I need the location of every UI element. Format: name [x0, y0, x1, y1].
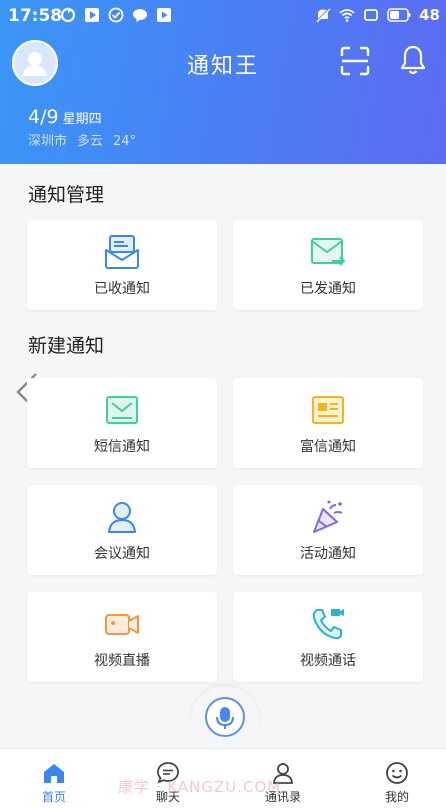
- weekday-text: 星期四: [62, 112, 102, 127]
- inbox-envelope-icon: [105, 235, 139, 269]
- check-circle-icon: [108, 7, 124, 23]
- tab-label: 首页: [41, 790, 66, 804]
- card-video-call[interactable]: 视频通话: [233, 592, 423, 682]
- play-box-icon: [85, 8, 99, 22]
- card-live-stream[interactable]: 视频直播: [27, 592, 217, 682]
- wifi-icon: [339, 9, 355, 22]
- status-system-icons: 48: [315, 6, 440, 24]
- tab-label: 通讯录: [264, 790, 301, 804]
- card-label: 已发通知: [300, 281, 356, 297]
- card-label: 富信通知: [300, 439, 356, 455]
- party-popper-icon: [313, 500, 343, 533]
- card-label: 短信通知: [94, 439, 150, 455]
- tab-label: 聊天: [155, 790, 180, 804]
- tab-contacts[interactable]: 通讯录: [243, 761, 323, 805]
- battery-icon: [387, 8, 411, 22]
- date-text: 4/9: [28, 106, 59, 128]
- scan-icon[interactable]: [340, 46, 370, 76]
- sync-icon: [60, 7, 76, 23]
- rich-media-icon: [312, 396, 344, 424]
- status-bar: 17:58 48: [0, 0, 446, 32]
- card-event-notification[interactable]: 活动通知: [233, 485, 423, 575]
- app-header: 17:58 48 通知王 4/9 星期四 深圳市 多云 24°: [0, 0, 446, 164]
- card-sent-notifications[interactable]: 已发通知: [233, 220, 423, 310]
- weather-city: 深圳市: [28, 134, 68, 149]
- card-rich-notification[interactable]: 富信通知: [233, 378, 423, 468]
- video-camera-icon: [105, 614, 139, 635]
- tab-chat[interactable]: 聊天: [128, 761, 208, 805]
- smiley-face-icon: [386, 762, 408, 784]
- bottom-tab-bar: 首页 聊天 通讯录 我的: [0, 748, 446, 808]
- date-display: 4/9 星期四: [28, 106, 102, 128]
- video-phone-icon: [312, 609, 344, 640]
- home-icon: [44, 764, 64, 783]
- message-bubble-icon: [133, 9, 147, 22]
- person-icon: [108, 502, 136, 533]
- section-title-manage: 通知管理: [28, 184, 105, 206]
- chat-bubble-icon: [157, 762, 179, 784]
- sms-message-icon: [106, 396, 138, 424]
- contacts-icon: [273, 763, 293, 784]
- card-received-notifications[interactable]: 已收通知: [27, 220, 217, 310]
- card-label: 视频通话: [300, 653, 356, 669]
- status-time: 17:58: [8, 6, 63, 26]
- voice-input-button[interactable]: [205, 697, 245, 737]
- microphone-icon: [216, 707, 234, 729]
- video-box-icon: [157, 8, 171, 22]
- weather-condition: 多云: [77, 134, 104, 149]
- card-label: 活动通知: [300, 546, 356, 562]
- card-sms-notification[interactable]: 短信通知: [27, 378, 217, 468]
- card-label: 会议通知: [94, 546, 150, 562]
- status-notification-icons: [60, 7, 172, 23]
- bell-icon[interactable]: [398, 44, 428, 76]
- card-label: 已收通知: [94, 281, 150, 297]
- battery-percentage: 48: [419, 6, 440, 24]
- card-label: 视频直播: [94, 653, 150, 669]
- card-meeting-notification[interactable]: 会议通知: [27, 485, 217, 575]
- tab-label: 我的: [384, 790, 409, 804]
- send-mail-icon: [311, 238, 346, 266]
- tab-mine[interactable]: 我的: [357, 761, 437, 805]
- section-title-create: 新建通知: [28, 335, 105, 357]
- tab-home[interactable]: 首页: [14, 761, 94, 805]
- weather-temperature: 24°: [113, 134, 137, 149]
- screen-cast-icon: [364, 9, 379, 21]
- page-title: 通知王: [186, 54, 259, 79]
- mute-icon: [316, 8, 331, 23]
- weather-info: 深圳市 多云 24°: [28, 130, 146, 149]
